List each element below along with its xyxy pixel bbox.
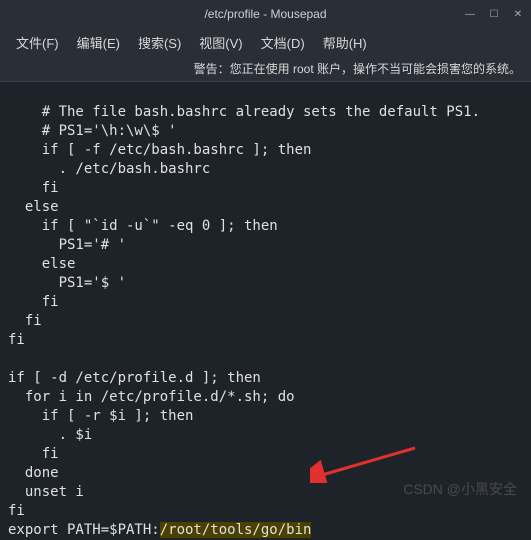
code-highlight: /root/tools/go/bin — [160, 522, 312, 538]
code-line: PS1='$ ' — [8, 275, 126, 291]
code-line: fi — [8, 180, 59, 196]
menu-file[interactable]: 文件(F) — [8, 30, 67, 55]
menubar: 文件(F) 编辑(E) 搜索(S) 视图(V) 文档(D) 帮助(H) — [0, 28, 531, 56]
code-line: fi — [8, 503, 25, 519]
warning-bar: 警告：您正在使用 root 账户，操作不当可能会损害您的系统。 — [0, 56, 531, 82]
code-line: fi — [8, 446, 59, 462]
annotation-arrow-icon — [310, 443, 420, 483]
menu-view[interactable]: 视图(V) — [191, 30, 250, 55]
code-line: # PS1='\h:\w\$ ' — [8, 123, 177, 139]
code-line-export: export PATH=$PATH: — [8, 522, 160, 538]
menu-edit[interactable]: 编辑(E) — [69, 30, 128, 55]
code-line: # The file bash.bashrc already sets the … — [8, 104, 480, 120]
editor-area[interactable]: # The file bash.bashrc already sets the … — [0, 82, 531, 509]
menu-help[interactable]: 帮助(H) — [315, 30, 375, 55]
code-line: else — [8, 256, 75, 272]
window-controls: — ☐ ✕ — [463, 7, 525, 21]
code-line: . /etc/bash.bashrc — [8, 161, 210, 177]
warning-text: 警告：您正在使用 root 账户，操作不当可能会损害您的系统。 — [194, 60, 521, 77]
code-line: else — [8, 199, 59, 215]
code-line: done — [8, 465, 59, 481]
close-icon[interactable]: ✕ — [511, 7, 525, 21]
titlebar: /etc/profile - Mousepad — ☐ ✕ — [0, 0, 531, 28]
minimize-icon[interactable]: — — [463, 7, 477, 21]
code-line: PS1='# ' — [8, 237, 126, 253]
menu-document[interactable]: 文档(D) — [253, 30, 313, 55]
code-line: fi — [8, 332, 25, 348]
code-line: fi — [8, 294, 59, 310]
maximize-icon[interactable]: ☐ — [487, 7, 501, 21]
code-line: for i in /etc/profile.d/*.sh; do — [8, 389, 295, 405]
window-title: /etc/profile - Mousepad — [204, 7, 326, 21]
code-line: fi — [8, 313, 42, 329]
code-line: if [ "`id -u`" -eq 0 ]; then — [8, 218, 278, 234]
code-line: if [ -f /etc/bash.bashrc ]; then — [8, 142, 311, 158]
code-line: if [ -r $i ]; then — [8, 408, 193, 424]
code-line: if [ -d /etc/profile.d ]; then — [8, 370, 261, 386]
code-line: unset i — [8, 484, 84, 500]
code-line: . $i — [8, 427, 92, 443]
menu-search[interactable]: 搜索(S) — [130, 30, 189, 55]
